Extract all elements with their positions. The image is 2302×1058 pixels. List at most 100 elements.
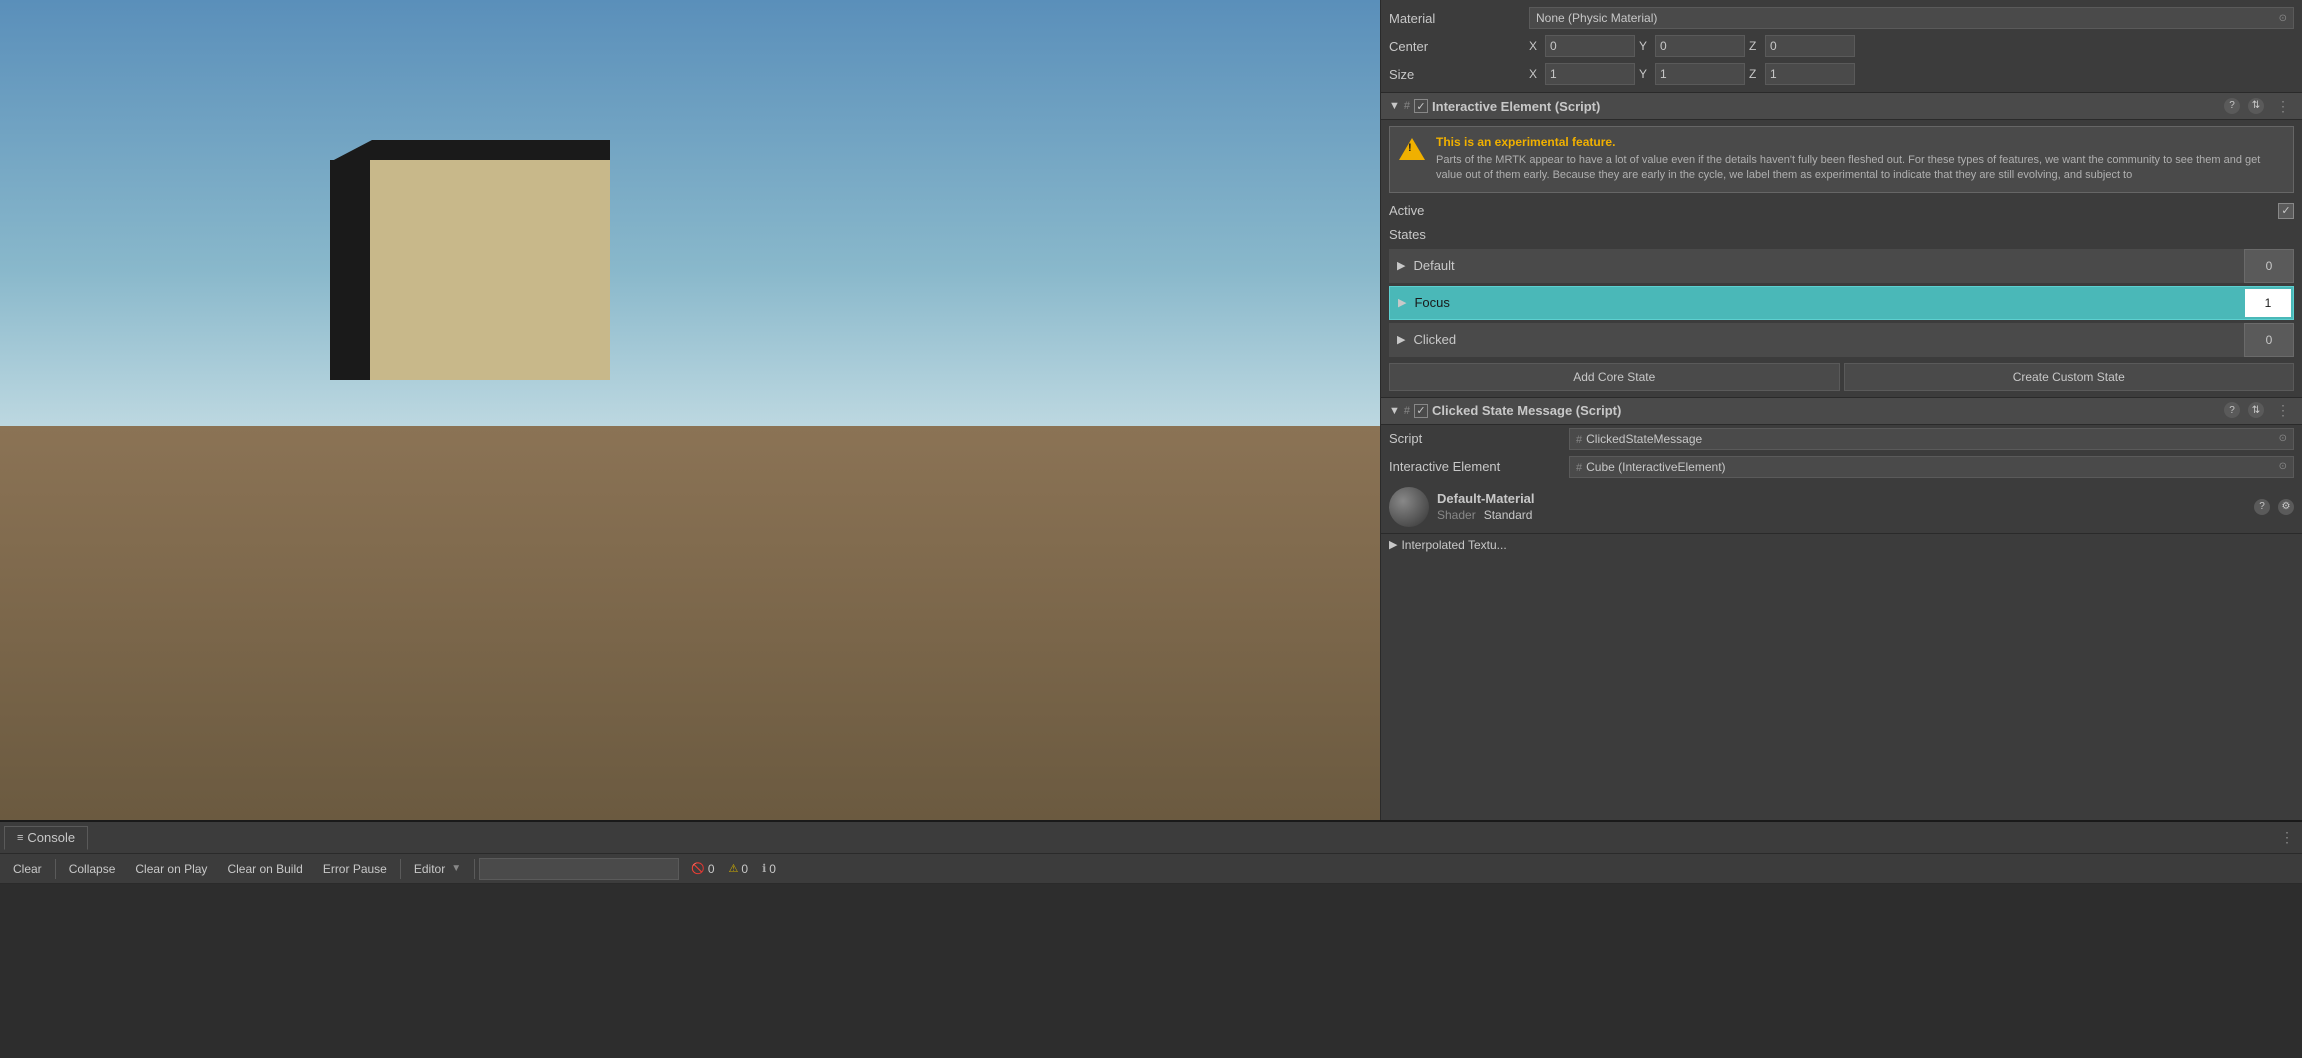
warning-desc-text: Parts of the MRTK appear to have a lot o…	[1436, 153, 2285, 184]
center-z-input[interactable]	[1765, 35, 1855, 57]
interactive-element-header[interactable]: ▼ # ✓ Interactive Element (Script) ? ⇅ ⋮	[1381, 92, 2302, 120]
material-sphere-preview	[1389, 487, 1429, 527]
default-state-name: Default	[1413, 258, 2244, 273]
script-field-label: Script	[1389, 431, 1569, 446]
ie-help-icon[interactable]: ?	[2224, 98, 2240, 114]
toolbar-sep-1	[55, 859, 56, 879]
ie-header-icons: ? ⇅ ⋮	[2224, 98, 2294, 115]
cube-left-face	[330, 160, 372, 380]
center-row: Center X Y Z	[1381, 32, 2302, 60]
cube-top-face	[330, 140, 610, 162]
ie-component-title: Interactive Element (Script)	[1432, 99, 2220, 114]
console-tabs-bar: ≡ Console ⋮	[0, 822, 2302, 854]
material-shader-row: Shader Standard	[1437, 508, 2246, 522]
size-label: Size	[1389, 67, 1529, 82]
active-checkbox[interactable]: ✓	[2278, 203, 2294, 219]
state-row-focus[interactable]: ▶ Focus 1	[1389, 286, 2294, 320]
cube-3d	[330, 140, 630, 410]
csm-help-icon[interactable]: ?	[2224, 402, 2240, 418]
cube-front-face	[370, 160, 610, 380]
error-pause-button[interactable]: Error Pause	[314, 857, 396, 881]
clear-on-build-button[interactable]: Clear on Build	[218, 857, 311, 881]
clear-on-play-button[interactable]: Clear on Play	[126, 857, 216, 881]
csm-hash-icon: #	[1404, 405, 1410, 417]
console-kebab-menu[interactable]: ⋮	[2276, 829, 2298, 846]
clear-button[interactable]: Clear	[4, 857, 51, 881]
material-expand-row[interactable]: ▶ Interpolated Textu...	[1381, 533, 2302, 556]
warning-text-content: This is an experimental feature. Parts o…	[1436, 135, 2285, 184]
material-help-icon[interactable]: ?	[2254, 499, 2270, 515]
console-tab-icon: ≡	[17, 832, 23, 844]
size-x-label: X	[1529, 67, 1541, 81]
material-dropdown[interactable]: None (Physic Material) ⊙	[1529, 7, 2294, 29]
default-state-arrow: ▶	[1389, 259, 1413, 272]
clicked-state-message-header[interactable]: ▼ # ✓ Clicked State Message (Script) ? ⇅…	[1381, 397, 2302, 425]
script-row: Script #ClickedStateMessage ⊙	[1381, 425, 2302, 453]
focus-state-value[interactable]: 1	[2243, 287, 2293, 319]
interactive-element-row: Interactive Element #Cube (InteractiveEl…	[1381, 453, 2302, 481]
size-y-input[interactable]	[1655, 63, 1745, 85]
csm-settings-icon[interactable]: ⇅	[2248, 402, 2264, 418]
material-section-icons: ? ⚙	[2254, 499, 2294, 515]
warning-triangle-icon	[1398, 135, 1426, 163]
center-x-input[interactable]	[1545, 35, 1635, 57]
material-foldout-icon: ▶	[1389, 538, 1397, 551]
console-tab[interactable]: ≡ Console	[4, 826, 88, 850]
csm-header-icons: ? ⇅ ⋮	[2224, 402, 2294, 419]
ie-settings-icon[interactable]: ⇅	[2248, 98, 2264, 114]
ie-kebab-icon[interactable]: ⋮	[2272, 98, 2294, 115]
csm-kebab-icon[interactable]: ⋮	[2272, 402, 2294, 419]
size-z-input[interactable]	[1765, 63, 1855, 85]
material-label: Material	[1389, 11, 1529, 26]
size-x-input[interactable]	[1545, 63, 1635, 85]
console-content	[0, 884, 2302, 1058]
warning-box: This is an experimental feature. Parts o…	[1389, 126, 2294, 193]
center-z-label: Z	[1749, 39, 1761, 53]
state-row-default[interactable]: ▶ Default 0	[1389, 249, 2294, 283]
viewport-sky	[0, 0, 1380, 451]
csm-foldout-arrow[interactable]: ▼	[1389, 405, 1400, 417]
console-toolbar: Clear Collapse Clear on Play Clear on Bu…	[0, 854, 2302, 884]
size-xyz: X Y Z	[1529, 63, 1855, 85]
material-field-group: None (Physic Material) ⊙	[1529, 7, 2294, 29]
interactive-element-field-value[interactable]: #Cube (InteractiveElement) ⊙	[1569, 456, 2294, 478]
inspector-panel: Material None (Physic Material) ⊙ Center…	[1380, 0, 2302, 820]
ie-foldout-arrow[interactable]: ▼	[1389, 100, 1400, 112]
center-y-label: Y	[1639, 39, 1651, 53]
csm-component-title: Clicked State Message (Script)	[1432, 403, 2220, 418]
console-search-input[interactable]	[479, 858, 679, 880]
material-info: Default-Material Shader Standard	[1437, 491, 2246, 522]
material-name-text: Default-Material	[1437, 491, 2246, 506]
states-section-label: States	[1381, 223, 2302, 246]
material-settings-icon[interactable]: ⚙	[2278, 499, 2294, 515]
editor-dropdown-button[interactable]: Editor ▼	[405, 857, 470, 881]
info-count: 0	[769, 862, 776, 876]
collapse-button[interactable]: Collapse	[60, 857, 125, 881]
csm-enabled-checkbox[interactable]: ✓	[1414, 404, 1428, 418]
info-icon: ℹ	[762, 862, 766, 875]
error-count-badge: 🚫 0	[685, 860, 720, 878]
ie-field-circle: ⊙	[2279, 461, 2287, 472]
script-field-value[interactable]: #ClickedStateMessage ⊙	[1569, 428, 2294, 450]
focus-state-name: Focus	[1414, 295, 2243, 310]
size-row: Size X Y Z	[1381, 60, 2302, 88]
state-row-clicked[interactable]: ▶ Clicked 0	[1389, 323, 2294, 357]
default-state-value[interactable]: 0	[2244, 249, 2294, 283]
create-custom-state-button[interactable]: Create Custom State	[1844, 363, 2295, 391]
center-y-input[interactable]	[1655, 35, 1745, 57]
script-field-circle: ⊙	[2279, 433, 2287, 444]
clicked-state-value[interactable]: 0	[2244, 323, 2294, 357]
clicked-state-name: Clicked	[1413, 332, 2244, 347]
viewport-ground	[0, 426, 1380, 820]
add-core-state-button[interactable]: Add Core State	[1389, 363, 1840, 391]
ie-enabled-checkbox[interactable]: ✓	[1414, 99, 1428, 113]
viewport[interactable]	[0, 0, 1380, 820]
interactive-element-field-label: Interactive Element	[1389, 459, 1569, 474]
console-counts: 🚫 0 ⚠ 0 ℹ 0	[685, 860, 782, 878]
script-hash-prefix: #ClickedStateMessage	[1576, 432, 1702, 446]
warn-count-badge: ⚠ 0	[723, 860, 755, 878]
warning-title-text: This is an experimental feature.	[1436, 135, 2285, 149]
toolbar-sep-3	[474, 859, 475, 879]
center-x-label: X	[1529, 39, 1541, 53]
console-area: ≡ Console ⋮ Clear Collapse Clear on Play…	[0, 820, 2302, 1058]
